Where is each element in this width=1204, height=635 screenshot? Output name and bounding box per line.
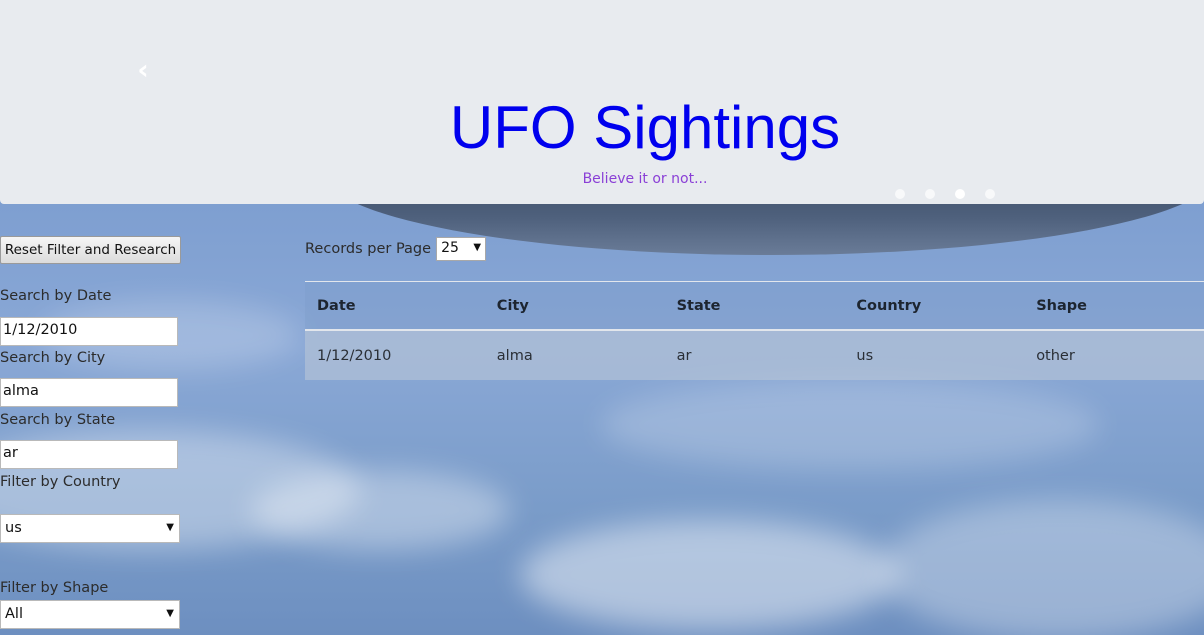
carousel-dot-4[interactable]	[985, 189, 995, 199]
column-header-city[interactable]: City	[485, 298, 665, 314]
shape-label: Filter by Shape	[0, 580, 109, 596]
table-header: Date City State Country Shape	[305, 281, 1204, 331]
caret-down-icon: ▼	[166, 522, 174, 533]
chevron-left-icon[interactable]: ‹	[132, 56, 154, 84]
column-header-date[interactable]: Date	[305, 298, 485, 314]
carousel-indicators	[895, 189, 995, 201]
records-per-page: Records per Page 25 ▼	[305, 237, 487, 261]
date-input[interactable]: 1/12/2010	[0, 317, 178, 346]
records-per-page-select[interactable]: 25 ▼	[436, 237, 487, 261]
date-label: Search by Date	[0, 288, 112, 304]
records-per-page-label: Records per Page	[305, 241, 432, 257]
caret-down-icon: ▼	[166, 608, 174, 619]
column-header-country[interactable]: Country	[844, 298, 1024, 314]
state-input[interactable]: ar	[0, 440, 178, 469]
reset-filter-button[interactable]: Reset Filter and Research	[0, 236, 181, 264]
shape-select-value: All	[5, 606, 23, 622]
country-select[interactable]: us ▼	[0, 514, 180, 543]
country-label: Filter by Country	[0, 474, 121, 490]
column-header-state[interactable]: State	[665, 298, 845, 314]
table-row: 1/12/2010 alma ar us other	[305, 331, 1204, 380]
carousel-dot-1[interactable]	[895, 189, 905, 199]
caret-down-icon: ▼	[473, 242, 482, 253]
cell-state: ar	[676, 347, 692, 364]
carousel-dot-3[interactable]	[955, 189, 965, 199]
city-label: Search by City	[0, 350, 106, 366]
state-label: Search by State	[0, 412, 116, 428]
cell-date: 1/12/2010	[317, 347, 392, 364]
city-input[interactable]: alma	[0, 378, 178, 407]
records-per-page-value: 25	[441, 240, 459, 256]
page-subtitle: Believe it or not...	[582, 171, 708, 187]
column-header-shape[interactable]: Shape	[1024, 298, 1204, 314]
page-title: UFO Sightings	[449, 94, 841, 161]
header-banner: ‹ UFO Sightings Believe it or not...	[0, 0, 1204, 204]
shape-select[interactable]: All ▼	[0, 600, 180, 629]
cell-country: us	[856, 347, 874, 364]
cell-shape: other	[1036, 347, 1075, 364]
sightings-table: Date City State Country Shape 1/12/2010 …	[305, 281, 1204, 380]
country-select-value: us	[5, 520, 22, 536]
cell-city: alma	[496, 347, 533, 364]
carousel-dot-2[interactable]	[925, 189, 935, 199]
